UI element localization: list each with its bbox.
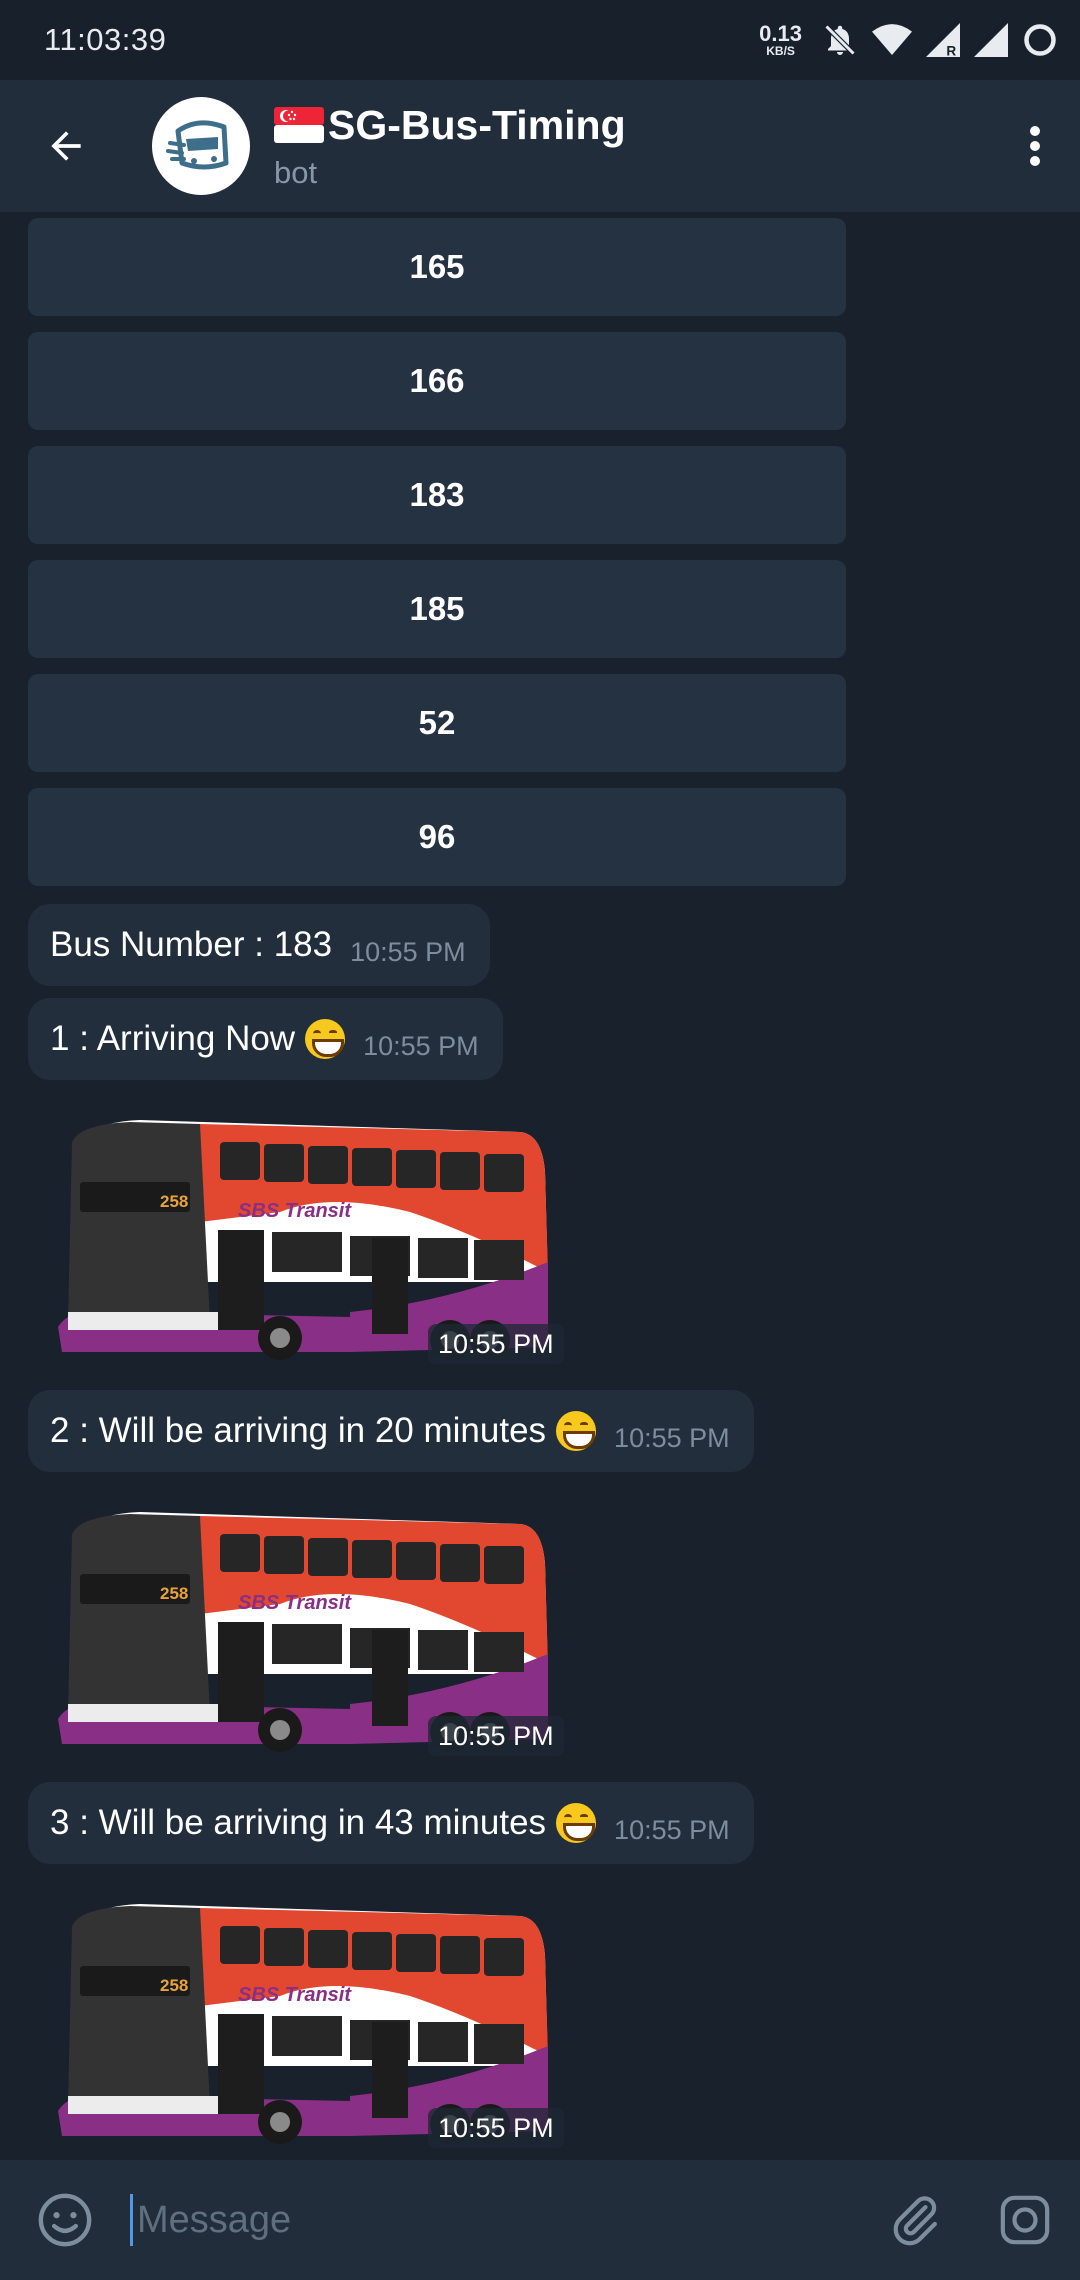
- camera-button[interactable]: [970, 2160, 1080, 2280]
- network-speed: 0.13 KB/S: [759, 21, 802, 58]
- status-bar: 11:03:39 0.13 KB/S R: [0, 0, 1080, 80]
- text-caret: [130, 2194, 133, 2246]
- sticker-route-number: 258: [160, 1976, 188, 1995]
- keyboard-button-185[interactable]: 185: [28, 560, 846, 658]
- network-speed-unit: KB/S: [766, 44, 795, 58]
- attach-button[interactable]: [860, 2160, 970, 2280]
- message-input-placeholder: Message: [137, 2198, 292, 2241]
- sticker-operator-logo: SBS Transit: [238, 1200, 352, 1222]
- emoji-button[interactable]: [0, 2160, 130, 2280]
- message-text: 1 : Arriving Now: [50, 1019, 296, 1058]
- chat-title: SG-Bus-Timing: [328, 101, 626, 148]
- grinning-face-icon: [556, 1803, 597, 1843]
- message-time: 10:55 PM: [614, 1814, 730, 1845]
- keyboard-button-166[interactable]: 166: [28, 332, 846, 430]
- message-text: 3 : Will be arriving in 43 minutes: [50, 1803, 547, 1842]
- message-text: Bus Number : 183: [50, 925, 333, 964]
- status-icons: 0.13 KB/S R: [759, 22, 1058, 58]
- keyboard-button-165[interactable]: 165: [28, 218, 846, 316]
- smile-icon: [38, 2193, 92, 2247]
- more-vertical-icon: [1030, 126, 1040, 166]
- network-speed-value: 0.13: [759, 21, 802, 46]
- message-time: 10:55 PM: [614, 1422, 730, 1453]
- message-bubble[interactable]: 2 : Will be arriving in 20 minutes 10:55…: [28, 1390, 754, 1472]
- message-bubble[interactable]: 1 : Arriving Now 10:55 PM: [28, 998, 503, 1080]
- paperclip-icon: [893, 2196, 937, 2246]
- message-bubble[interactable]: 3 : Will be arriving in 43 minutes 10:55…: [28, 1782, 754, 1864]
- message-time: 10:55 PM: [350, 936, 466, 967]
- battery-circle-icon: [1024, 24, 1056, 56]
- sticker-operator-logo: SBS Transit: [238, 1592, 352, 1614]
- bot-avatar[interactable]: [152, 97, 250, 195]
- notifications-off-icon: [824, 24, 856, 56]
- keyboard-button-96[interactable]: 96: [28, 788, 846, 886]
- cellular-signal-icon: [974, 23, 1008, 57]
- message-input-bar: Message: [0, 2160, 1080, 2280]
- chat-subtitle: bot: [274, 154, 318, 190]
- keyboard-button-52[interactable]: 52: [28, 674, 846, 772]
- more-options-button[interactable]: [990, 80, 1080, 212]
- grinning-face-icon: [305, 1019, 346, 1059]
- chat-title-block[interactable]: SG-Bus-Timing bot: [274, 102, 990, 191]
- arrow-left-icon: [51, 131, 81, 161]
- singapore-flag-icon: [274, 107, 324, 143]
- keyboard-button-183[interactable]: 183: [28, 446, 846, 544]
- message-time: 10:55 PM: [363, 1030, 479, 1061]
- bus-logo-icon: [166, 120, 229, 170]
- sticker-route-number: 258: [160, 1584, 188, 1603]
- message-input[interactable]: Message: [130, 2160, 860, 2280]
- back-button[interactable]: [0, 80, 132, 212]
- wifi-icon: [872, 24, 912, 55]
- camera-icon: [1000, 2195, 1050, 2245]
- grinning-face-icon: [556, 1411, 597, 1451]
- sticker-route-number: 258: [160, 1192, 188, 1211]
- sticker-time: 10:55 PM: [428, 1324, 564, 1364]
- status-time: 11:03:39: [44, 22, 167, 57]
- sticker-operator-logo: SBS Transit: [238, 1984, 352, 2006]
- sticker-time: 10:55 PM: [428, 2108, 564, 2148]
- svg-text:R: R: [946, 43, 956, 57]
- message-text: 2 : Will be arriving in 20 minutes: [50, 1411, 547, 1450]
- chat-header: SG-Bus-Timing bot: [0, 80, 1080, 212]
- cellular-signal-r-icon: R: [926, 23, 960, 57]
- sticker-time: 10:55 PM: [428, 1716, 564, 1756]
- message-bubble[interactable]: Bus Number : 183 10:55 PM: [28, 904, 490, 986]
- chat-area[interactable]: 165 166 183 185 52 96 Bus Number : 183 1…: [0, 212, 1080, 2160]
